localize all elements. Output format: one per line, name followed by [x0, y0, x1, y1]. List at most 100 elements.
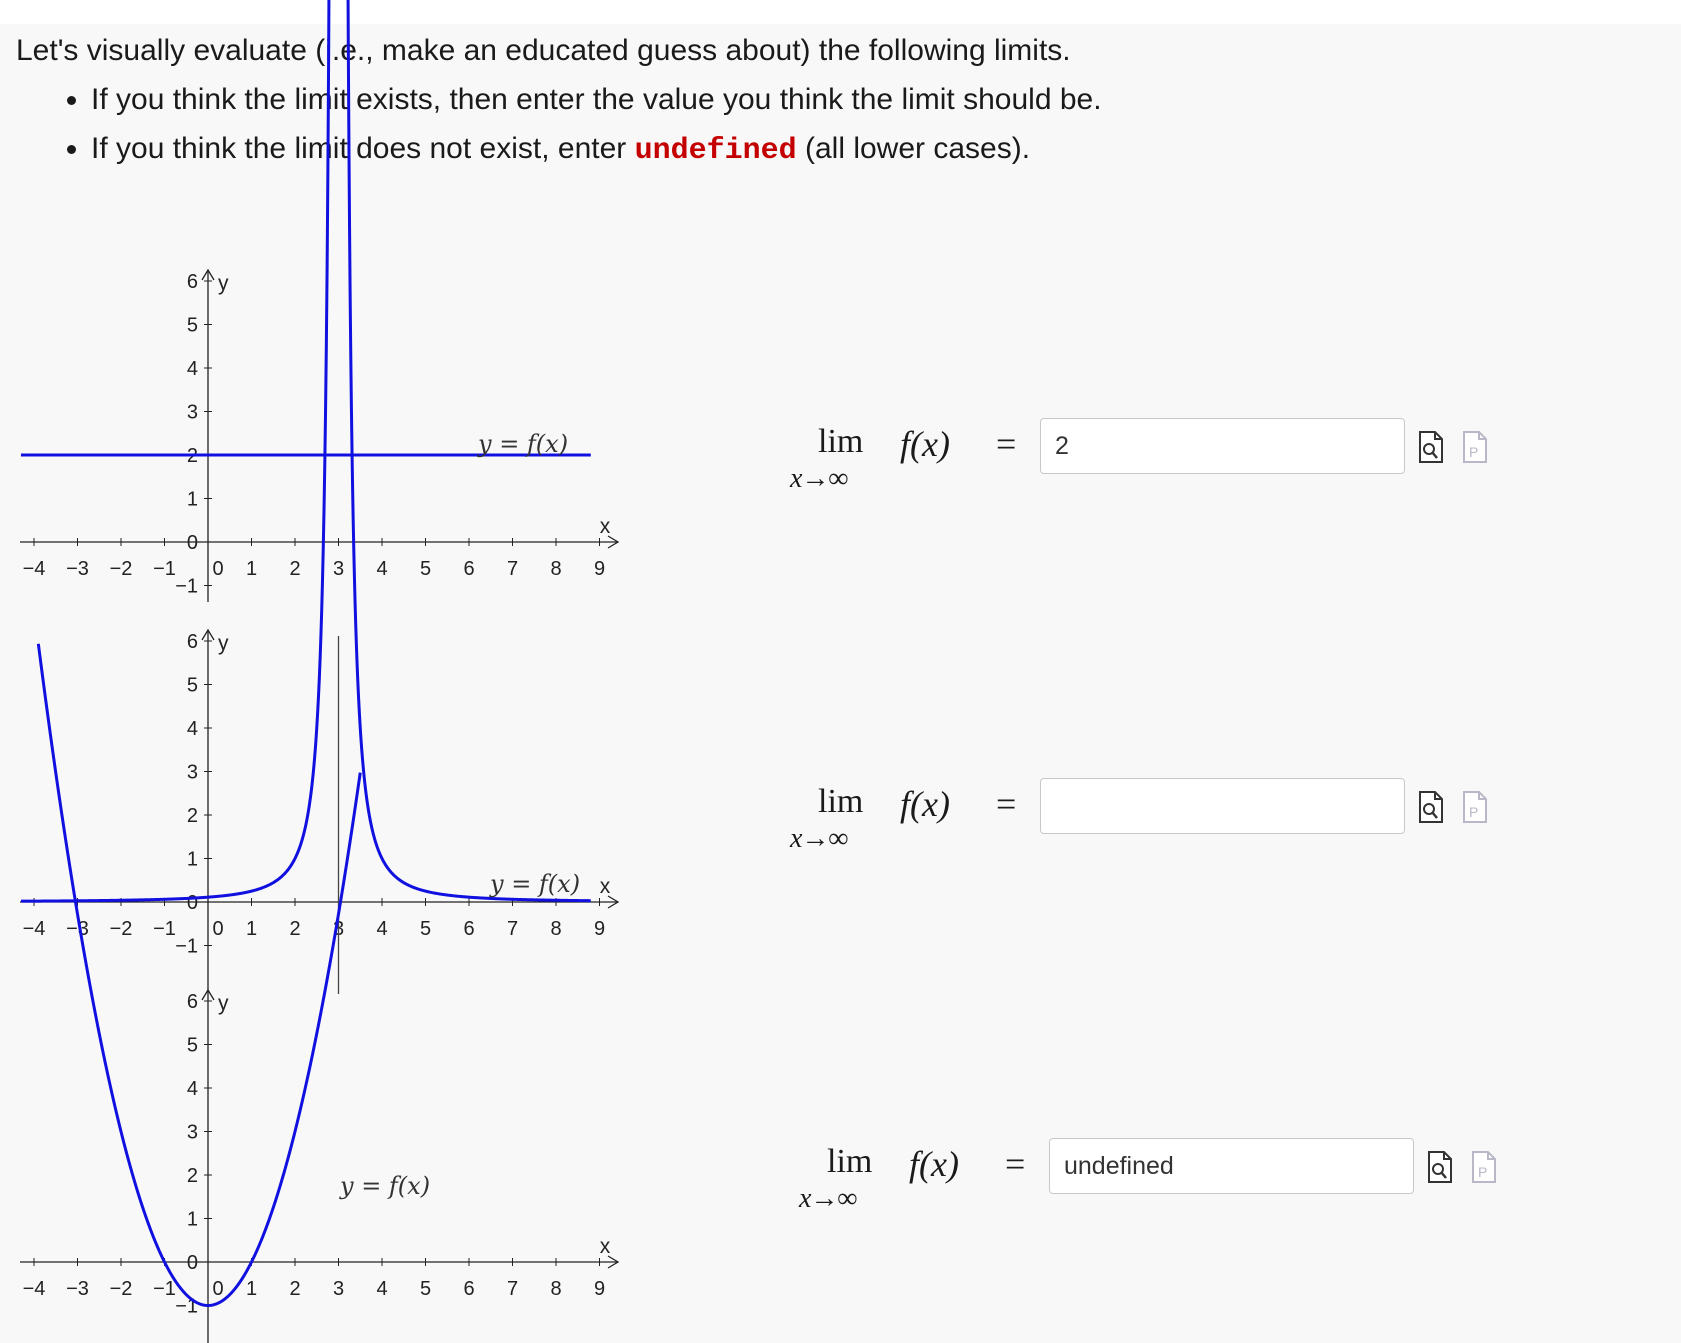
y-tick-label: 6	[187, 271, 198, 293]
intro-text: Let's visually evaluate (i.e., make an e…	[16, 34, 1071, 67]
instruction-text: If you think the limit does not exist, e…	[91, 132, 635, 165]
y-axis-label: y	[218, 992, 229, 1015]
x-tick-label: −1	[153, 918, 176, 940]
pdf-icon[interactable]: P	[1462, 790, 1488, 824]
x-tick-label: −2	[110, 918, 133, 940]
preview-icon[interactable]	[1418, 790, 1444, 824]
y-tick-label: −1	[175, 936, 198, 958]
y-tick-label: 3	[187, 1122, 198, 1144]
x-tick-label: 6	[463, 558, 474, 580]
limit-subscript: x→∞	[790, 823, 848, 854]
x-axis-label: x	[600, 515, 611, 538]
equals-sign: =	[996, 424, 1017, 464]
svg-text:P: P	[1478, 1164, 1487, 1180]
y-tick-label: 0	[187, 1252, 198, 1274]
curve-label: y = f(x)	[489, 870, 580, 898]
y-tick-label: 4	[187, 718, 198, 740]
limit-expression-2: lim x→∞ f(x) =	[790, 783, 1020, 854]
x-tick-label: 8	[550, 1278, 561, 1300]
x-tick-label: 1	[246, 918, 257, 940]
y-tick-label: 0	[187, 532, 198, 554]
pdf-icon[interactable]: P	[1471, 1150, 1497, 1184]
limit-subscript: x→∞	[790, 463, 848, 494]
x-tick-label: 6	[463, 1278, 474, 1300]
x-tick-label: 1	[246, 558, 257, 580]
x-tick-label: −4	[23, 1278, 46, 1300]
x-tick-label: −2	[110, 558, 133, 580]
answer-input-3[interactable]: undefined	[1049, 1138, 1414, 1194]
graph-parabola: −4 −3 −2 −1 0 1 2 3 4 5 6 7 8 9 −1 0 1 2 3 4 5 6 x y y = f(x)	[20, 643, 620, 1343]
y-tick-label: −1	[175, 1296, 198, 1318]
undefined-keyword: undefined	[634, 134, 797, 168]
y-tick-label: 2	[187, 1165, 198, 1187]
x-tick-label: 7	[507, 558, 518, 580]
x-tick-label: 0	[212, 1278, 223, 1300]
y-tick-label: 1	[187, 1209, 198, 1231]
y-tick-label: 5	[187, 1035, 198, 1057]
x-tick-label: −1	[153, 1278, 176, 1300]
x-tick-label: 1	[246, 1278, 257, 1300]
x-tick-label: 8	[550, 918, 561, 940]
answer-input-2[interactable]	[1040, 778, 1405, 834]
limit-function: f(x)	[909, 1144, 959, 1184]
x-tick-label: 4	[376, 1278, 387, 1300]
x-tick-label: 9	[594, 918, 605, 940]
y-tick-label: 1	[187, 849, 198, 871]
y-tick-label: 5	[187, 315, 198, 337]
limit-word: lim	[818, 423, 864, 460]
limit-word: lim	[827, 1143, 873, 1180]
y-tick-label: 3	[187, 762, 198, 784]
x-tick-label: −4	[23, 918, 46, 940]
y-tick-label: 4	[187, 1078, 198, 1100]
equals-sign: =	[996, 784, 1017, 824]
y-tick-label: −1	[175, 576, 198, 598]
equals-sign: =	[1005, 1144, 1026, 1184]
y-tick-label: 3	[187, 402, 198, 424]
pdf-icon[interactable]: P	[1462, 430, 1488, 464]
instruction-text: (all lower cases).	[796, 132, 1031, 165]
x-tick-label: 2	[289, 1278, 300, 1300]
limit-function: f(x)	[900, 424, 950, 464]
y-tick-label: 1	[187, 489, 198, 511]
y-tick-label: 5	[187, 675, 198, 697]
curve-label: y = f(x)	[477, 430, 568, 458]
x-tick-label: −3	[66, 558, 89, 580]
x-tick-label: −1	[153, 558, 176, 580]
instruction-list: If you think the limit exists, then ente…	[16, 75, 1416, 176]
x-tick-label: 4	[376, 558, 387, 580]
x-tick-label: 5	[420, 918, 431, 940]
x-tick-label: 9	[594, 558, 605, 580]
y-tick-label: 6	[187, 991, 198, 1013]
instruction-item: If you think the limit does not exist, e…	[91, 124, 1416, 176]
svg-text:P: P	[1469, 444, 1478, 460]
answer-input-1[interactable]: 2	[1040, 418, 1405, 474]
preview-icon[interactable]	[1427, 1150, 1453, 1184]
preview-icon[interactable]	[1418, 430, 1444, 464]
y-tick-label: 0	[187, 892, 198, 914]
x-tick-label: 8	[550, 558, 561, 580]
x-tick-label: 7	[507, 918, 518, 940]
y-tick-label: 6	[187, 631, 198, 653]
x-axis-label: x	[600, 1235, 611, 1258]
graph-asymptote: −4 −3 −2 −1 0 1 2 3 4 5 6 7 8 9 −1 0 1 2 3 4 5 6 x y y = f(x)	[20, 0, 620, 994]
limit-expression-3: lim x→∞ f(x) =	[799, 1143, 1029, 1214]
limit-expression-1: lim x→∞ f(x) =	[790, 423, 1020, 494]
x-tick-label: −2	[110, 1278, 133, 1300]
x-axis-label: x	[600, 875, 611, 898]
x-tick-label: 4	[376, 918, 387, 940]
limit-word: lim	[818, 783, 864, 820]
x-tick-label: 3	[333, 558, 344, 580]
x-tick-label: 6	[463, 918, 474, 940]
instruction-item: If you think the limit exists, then ente…	[91, 75, 1416, 124]
x-tick-label: 5	[420, 1278, 431, 1300]
x-tick-label: 2	[289, 558, 300, 580]
curve-label: y = f(x)	[339, 1172, 430, 1200]
x-tick-label: 5	[420, 558, 431, 580]
y-tick-label: 2	[187, 805, 198, 827]
limit-subscript: x→∞	[799, 1183, 857, 1214]
x-tick-label: 2	[289, 918, 300, 940]
y-tick-label: 4	[187, 358, 198, 380]
x-tick-label: 7	[507, 1278, 518, 1300]
y-axis-label: y	[218, 272, 229, 295]
x-tick-label: 0	[212, 558, 223, 580]
